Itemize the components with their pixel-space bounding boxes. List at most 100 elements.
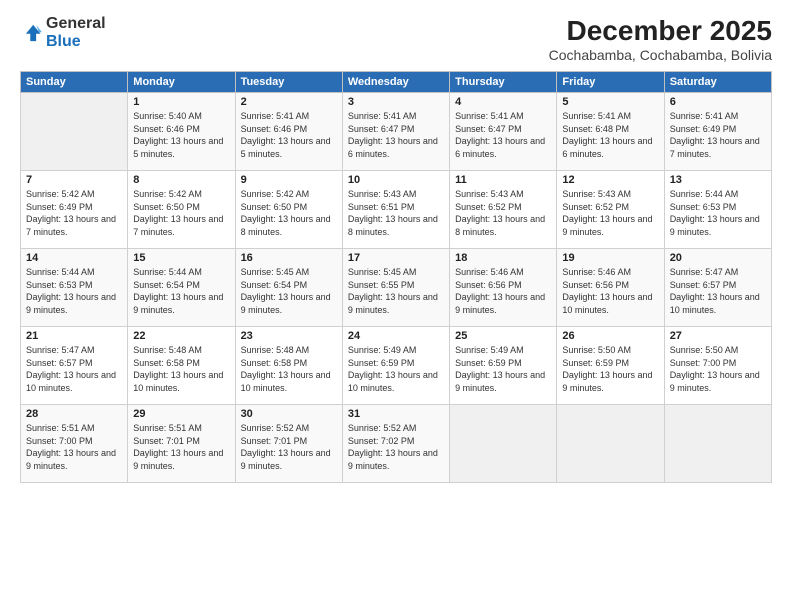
day-info: Sunrise: 5:46 AMSunset: 6:56 PMDaylight:… xyxy=(562,266,658,316)
day-info: Sunrise: 5:41 AMSunset: 6:48 PMDaylight:… xyxy=(562,110,658,160)
day-number: 6 xyxy=(670,96,766,108)
day-info: Sunrise: 5:44 AMSunset: 6:53 PMDaylight:… xyxy=(670,188,766,238)
title-block: December 2025 Cochabamba, Cochabamba, Bo… xyxy=(549,15,772,63)
day-number: 5 xyxy=(562,96,658,108)
day-number: 24 xyxy=(348,330,444,342)
day-number: 22 xyxy=(133,330,229,342)
day-cell: 3Sunrise: 5:41 AMSunset: 6:47 PMDaylight… xyxy=(342,93,449,171)
day-number: 29 xyxy=(133,408,229,420)
calendar-table: Sunday Monday Tuesday Wednesday Thursday… xyxy=(20,71,772,483)
logo-general-text: General xyxy=(46,15,106,32)
day-info: Sunrise: 5:41 AMSunset: 6:46 PMDaylight:… xyxy=(241,110,337,160)
day-number: 31 xyxy=(348,408,444,420)
col-friday: Friday xyxy=(557,72,664,93)
day-info: Sunrise: 5:50 AMSunset: 6:59 PMDaylight:… xyxy=(562,344,658,394)
day-number: 28 xyxy=(26,408,122,420)
day-cell: 24 Sunrise: 5:49 AMSunset: 6:59 PMDayligh… xyxy=(342,327,449,405)
day-cell xyxy=(664,405,771,483)
day-cell: 27Sunrise: 5:50 AMSunset: 7:00 PMDayligh… xyxy=(664,327,771,405)
day-cell: 12Sunrise: 5:43 AMSunset: 6:52 PMDayligh… xyxy=(557,171,664,249)
day-info: Sunrise: 5:51 AMSunset: 7:01 PMDaylight:… xyxy=(133,422,229,472)
day-number: 25 xyxy=(455,330,551,342)
day-info: Sunrise: 5:42 AMSunset: 6:50 PMDaylight:… xyxy=(133,188,229,238)
day-number: 19 xyxy=(562,252,658,264)
day-info: Sunrise: 5:45 AMSunset: 6:55 PMDaylight:… xyxy=(348,266,444,316)
day-cell: 19 Sunrise: 5:46 AMSunset: 6:56 PMDayligh… xyxy=(557,249,664,327)
day-number: 10 xyxy=(348,174,444,186)
week-row-1: 1Sunrise: 5:40 AMSunset: 6:46 PMDaylight… xyxy=(21,93,772,171)
logo: General Blue xyxy=(20,15,106,50)
day-cell: 29 Sunrise: 5:51 AMSunset: 7:01 PMDayligh… xyxy=(128,405,235,483)
day-cell: 25 Sunrise: 5:49 AMSunset: 6:59 PMDayligh… xyxy=(450,327,557,405)
day-info: Sunrise: 5:49 AMSunset: 6:59 PMDaylight:… xyxy=(455,344,551,394)
day-cell: 18 Sunrise: 5:46 AMSunset: 6:56 PMDayligh… xyxy=(450,249,557,327)
logo-icon xyxy=(20,22,42,44)
day-number: 11 xyxy=(455,174,551,186)
week-row-3: 14 Sunrise: 5:44 AMSunset: 6:53 PMDayligh… xyxy=(21,249,772,327)
day-number: 27 xyxy=(670,330,766,342)
day-cell: 13 Sunrise: 5:44 AMSunset: 6:53 PMDayligh… xyxy=(664,171,771,249)
day-cell: 31 Sunrise: 5:52 AMSunset: 7:02 PMDayligh… xyxy=(342,405,449,483)
week-row-5: 28 Sunrise: 5:51 AMSunset: 7:00 PMDayligh… xyxy=(21,405,772,483)
day-info: Sunrise: 5:43 AMSunset: 6:52 PMDaylight:… xyxy=(562,188,658,238)
day-info: Sunrise: 5:41 AMSunset: 6:49 PMDaylight:… xyxy=(670,110,766,160)
day-info: Sunrise: 5:41 AMSunset: 6:47 PMDaylight:… xyxy=(455,110,551,160)
day-cell: 15 Sunrise: 5:44 AMSunset: 6:54 PMDayligh… xyxy=(128,249,235,327)
day-number: 20 xyxy=(670,252,766,264)
day-number: 14 xyxy=(26,252,122,264)
day-info: Sunrise: 5:46 AMSunset: 6:56 PMDaylight:… xyxy=(455,266,551,316)
day-cell: 21 Sunrise: 5:47 AMSunset: 6:57 PMDayligh… xyxy=(21,327,128,405)
col-wednesday: Wednesday xyxy=(342,72,449,93)
week-row-4: 21 Sunrise: 5:47 AMSunset: 6:57 PMDayligh… xyxy=(21,327,772,405)
day-number: 7 xyxy=(26,174,122,186)
logo-blue-text: Blue xyxy=(46,33,81,50)
day-cell: 16Sunrise: 5:45 AMSunset: 6:54 PMDayligh… xyxy=(235,249,342,327)
day-info: Sunrise: 5:51 AMSunset: 7:00 PMDaylight:… xyxy=(26,422,122,472)
day-cell: 6 Sunrise: 5:41 AMSunset: 6:49 PMDaylight… xyxy=(664,93,771,171)
day-cell: 22 Sunrise: 5:48 AMSunset: 6:58 PMDayligh… xyxy=(128,327,235,405)
day-info: Sunrise: 5:42 AMSunset: 6:50 PMDaylight:… xyxy=(241,188,337,238)
day-cell: 30Sunrise: 5:52 AMSunset: 7:01 PMDayligh… xyxy=(235,405,342,483)
day-info: Sunrise: 5:48 AMSunset: 6:58 PMDaylight:… xyxy=(241,344,337,394)
day-number: 21 xyxy=(26,330,122,342)
day-cell: 7 Sunrise: 5:42 AMSunset: 6:49 PMDaylight… xyxy=(21,171,128,249)
day-cell: 20 Sunrise: 5:47 AMSunset: 6:57 PMDayligh… xyxy=(664,249,771,327)
day-info: Sunrise: 5:44 AMSunset: 6:54 PMDaylight:… xyxy=(133,266,229,316)
col-thursday: Thursday xyxy=(450,72,557,93)
week-row-2: 7 Sunrise: 5:42 AMSunset: 6:49 PMDaylight… xyxy=(21,171,772,249)
day-cell: 14 Sunrise: 5:44 AMSunset: 6:53 PMDayligh… xyxy=(21,249,128,327)
day-cell xyxy=(557,405,664,483)
day-info: Sunrise: 5:52 AMSunset: 7:02 PMDaylight:… xyxy=(348,422,444,472)
day-cell: 26Sunrise: 5:50 AMSunset: 6:59 PMDayligh… xyxy=(557,327,664,405)
day-info: Sunrise: 5:49 AMSunset: 6:59 PMDaylight:… xyxy=(348,344,444,394)
day-number: 2 xyxy=(241,96,337,108)
day-cell: 28 Sunrise: 5:51 AMSunset: 7:00 PMDayligh… xyxy=(21,405,128,483)
day-number: 4 xyxy=(455,96,551,108)
day-number: 3 xyxy=(348,96,444,108)
day-number: 8 xyxy=(133,174,229,186)
day-cell xyxy=(21,93,128,171)
day-number: 1 xyxy=(133,96,229,108)
day-number: 18 xyxy=(455,252,551,264)
day-info: Sunrise: 5:48 AMSunset: 6:58 PMDaylight:… xyxy=(133,344,229,394)
day-info: Sunrise: 5:43 AMSunset: 6:52 PMDaylight:… xyxy=(455,188,551,238)
location: Cochabamba, Cochabamba, Bolivia xyxy=(549,47,772,63)
day-cell: 9Sunrise: 5:42 AMSunset: 6:50 PMDaylight… xyxy=(235,171,342,249)
header-row: Sunday Monday Tuesday Wednesday Thursday… xyxy=(21,72,772,93)
day-cell: 8 Sunrise: 5:42 AMSunset: 6:50 PMDaylight… xyxy=(128,171,235,249)
col-saturday: Saturday xyxy=(664,72,771,93)
day-number: 17 xyxy=(348,252,444,264)
day-number: 15 xyxy=(133,252,229,264)
day-info: Sunrise: 5:42 AMSunset: 6:49 PMDaylight:… xyxy=(26,188,122,238)
day-info: Sunrise: 5:47 AMSunset: 6:57 PMDaylight:… xyxy=(26,344,122,394)
day-number: 13 xyxy=(670,174,766,186)
day-info: Sunrise: 5:45 AMSunset: 6:54 PMDaylight:… xyxy=(241,266,337,316)
day-cell xyxy=(450,405,557,483)
day-info: Sunrise: 5:44 AMSunset: 6:53 PMDaylight:… xyxy=(26,266,122,316)
page: General Blue December 2025 Cochabamba, C… xyxy=(0,0,792,612)
day-number: 23 xyxy=(241,330,337,342)
header: General Blue December 2025 Cochabamba, C… xyxy=(20,15,772,63)
day-info: Sunrise: 5:47 AMSunset: 6:57 PMDaylight:… xyxy=(670,266,766,316)
day-number: 30 xyxy=(241,408,337,420)
day-cell: 17 Sunrise: 5:45 AMSunset: 6:55 PMDayligh… xyxy=(342,249,449,327)
